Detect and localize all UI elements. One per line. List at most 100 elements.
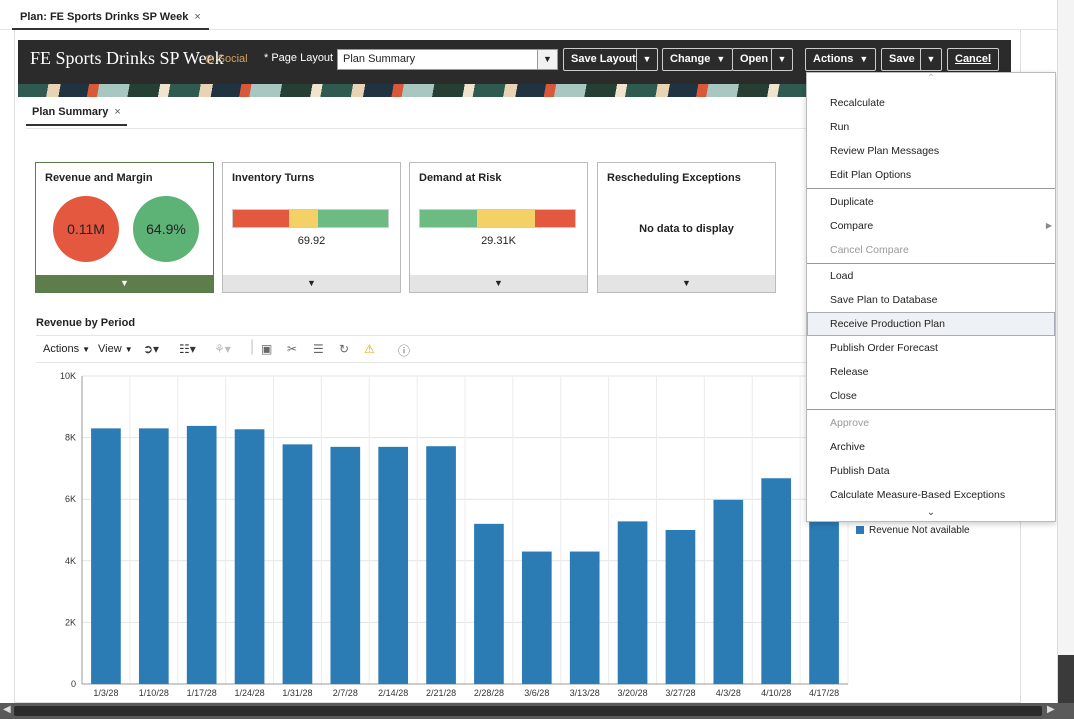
menu-item-recalculate[interactable]: Recalculate xyxy=(807,91,1055,115)
chevron-down-icon: ▼ xyxy=(926,54,936,64)
tile-expand-icon[interactable]: ▼ xyxy=(598,275,775,292)
horizontal-scrollbar[interactable]: ◀ ▶ xyxy=(0,703,1074,719)
chart-bar xyxy=(186,425,217,684)
chart-bar xyxy=(569,551,600,684)
menu-item-publish-data[interactable]: Publish Data xyxy=(807,459,1055,483)
chart-bar xyxy=(521,551,552,684)
x-tick-label: 4/3/28 xyxy=(716,688,741,698)
menu-item-compare[interactable]: Compare ▶ xyxy=(807,214,1055,238)
save-layout-label: Save Layout xyxy=(571,53,636,65)
x-tick-label: 2/14/28 xyxy=(378,688,408,698)
tile-demand-at-risk[interactable]: Demand at Risk 29.31K ▼ xyxy=(409,162,588,293)
tab-plan[interactable]: Plan: FE Sports Drinks SP Week × xyxy=(12,6,209,30)
menu-item-receive-production-plan[interactable]: Receive Production Plan xyxy=(807,312,1055,336)
tab-divider xyxy=(26,128,806,129)
chart-legend: Revenue Not available xyxy=(856,525,970,536)
social-link[interactable]: ◎ Social xyxy=(205,52,248,65)
tile-inventory-turns[interactable]: Inventory Turns 69.92 ▼ xyxy=(222,162,401,293)
chart-bar xyxy=(713,499,744,684)
social-label: Social xyxy=(217,53,248,65)
change-label: Change xyxy=(670,53,711,65)
chevron-down-icon: ▼ xyxy=(777,54,787,64)
submenu-arrow-icon: ▶ xyxy=(1045,221,1052,230)
inventory-value: 69.92 xyxy=(297,235,326,247)
tools-icon[interactable]: ✂ xyxy=(287,342,297,356)
save-layout-dropdown[interactable]: ▼ xyxy=(636,48,658,71)
close-icon[interactable]: × xyxy=(114,106,120,118)
go-to-icon[interactable]: ➲▾ xyxy=(143,342,159,356)
demand-value: 29.31K xyxy=(481,235,516,247)
save-dropdown[interactable]: ▼ xyxy=(920,48,942,71)
chart-bar xyxy=(474,523,504,684)
social-icon: ◎ xyxy=(205,53,218,65)
menu-item-duplicate[interactable]: Duplicate xyxy=(807,190,1055,214)
hierarchy-icon: ⚘▾ xyxy=(214,342,231,356)
tile-expand-icon[interactable]: ▼ xyxy=(223,275,400,292)
x-tick-label: 4/10/28 xyxy=(761,688,791,698)
chevron-down-icon[interactable]: ▼ xyxy=(537,50,557,69)
help-icon[interactable]: ⓘ xyxy=(398,342,410,359)
cancel-button[interactable]: Cancel xyxy=(947,48,1000,71)
chevron-down-icon[interactable]: ⌄ xyxy=(807,507,1055,518)
warning-icon[interactable]: ⚠ xyxy=(364,342,375,356)
scroll-right-icon[interactable]: ▶ xyxy=(1047,704,1055,715)
save-icon[interactable]: ▣ xyxy=(261,342,272,356)
chart-bar xyxy=(665,530,696,684)
open-dropdown[interactable]: ▼ xyxy=(771,48,793,71)
scrollbar-thumb[interactable] xyxy=(1058,655,1074,705)
chart-actions-label: Actions xyxy=(43,343,80,355)
page-title: FE Sports Drinks SP Week xyxy=(30,48,224,68)
menu-item-cancel-compare: Cancel Compare xyxy=(830,244,909,256)
actions-button[interactable]: Actions ▼ xyxy=(805,48,877,71)
open-button[interactable]: Open xyxy=(732,48,777,71)
menu-item-publish-order-forecast[interactable]: Publish Order Forecast xyxy=(807,336,1055,360)
menu-item-review-plan-messages[interactable]: Review Plan Messages xyxy=(807,139,1055,163)
chart-bar xyxy=(426,446,456,684)
save-button[interactable]: Save xyxy=(881,48,923,71)
y-tick-label: 0 xyxy=(71,679,76,689)
actions-menu: ⌃ Recalculate Run Review Plan Messages E… xyxy=(806,72,1056,522)
inventory-gauge xyxy=(232,209,389,228)
menu-item-load[interactable]: Load xyxy=(807,264,1055,288)
x-tick-label: 1/3/28 xyxy=(93,688,118,698)
tile-revenue-margin[interactable]: Revenue and Margin 0.11M 64.9% ▼ xyxy=(35,162,214,293)
x-tick-label: 1/10/28 xyxy=(139,688,169,698)
menu-item-save-plan-to-database[interactable]: Save Plan to Database xyxy=(807,288,1055,312)
menu-item-archive[interactable]: Archive xyxy=(807,435,1055,459)
tile-rescheduling-exceptions[interactable]: Rescheduling Exceptions No data to displ… xyxy=(597,162,776,293)
page-layout-select[interactable]: Plan Summary ▼ xyxy=(337,49,558,70)
chart-view-menu[interactable]: View ▼ xyxy=(98,343,133,355)
list-icon[interactable]: ☰ xyxy=(313,342,324,356)
chart-actions-menu[interactable]: Actions ▼ xyxy=(43,343,90,355)
save-layout-button[interactable]: Save Layout xyxy=(563,48,644,71)
column-format-icon[interactable]: ☷▾ xyxy=(179,342,196,356)
menu-item-close[interactable]: Close xyxy=(807,384,1055,408)
scrollbar-thumb[interactable] xyxy=(14,706,1042,716)
divider: | xyxy=(250,338,255,355)
legend-label: Revenue Not available xyxy=(869,525,970,536)
refresh-icon[interactable]: ↻ xyxy=(339,342,349,356)
vertical-scrollbar[interactable] xyxy=(1057,0,1074,719)
tile-expand-icon[interactable]: ▼ xyxy=(36,275,213,292)
legend-swatch xyxy=(856,526,864,535)
tile-expand-icon[interactable]: ▼ xyxy=(410,275,587,292)
change-button[interactable]: Change ▼ xyxy=(662,48,734,71)
menu-item-release[interactable]: Release xyxy=(807,360,1055,384)
menu-item-calculate-measure-based-exceptions[interactable]: Calculate Measure-Based Exceptions xyxy=(807,483,1055,507)
revenue-circle: 0.11M xyxy=(53,196,119,262)
page-layout-value: Plan Summary xyxy=(343,53,416,65)
y-tick-label: 2K xyxy=(65,617,76,627)
chevron-down-icon: ▼ xyxy=(642,54,652,64)
x-tick-label: 1/24/28 xyxy=(235,688,265,698)
chart-bar xyxy=(378,446,409,684)
menu-item-edit-plan-options[interactable]: Edit Plan Options xyxy=(807,163,1055,187)
close-icon[interactable]: × xyxy=(194,11,200,23)
x-tick-label: 3/13/28 xyxy=(570,688,600,698)
chart-view-label: View xyxy=(98,343,122,355)
scroll-left-icon[interactable]: ◀ xyxy=(3,704,11,715)
no-data-message: No data to display xyxy=(639,223,734,235)
menu-item-run[interactable]: Run xyxy=(807,115,1055,139)
tab-plan-summary[interactable]: Plan Summary × xyxy=(26,102,127,126)
chevron-up-icon[interactable]: ⌃ xyxy=(807,73,1055,84)
x-tick-label: 2/21/28 xyxy=(426,688,456,698)
